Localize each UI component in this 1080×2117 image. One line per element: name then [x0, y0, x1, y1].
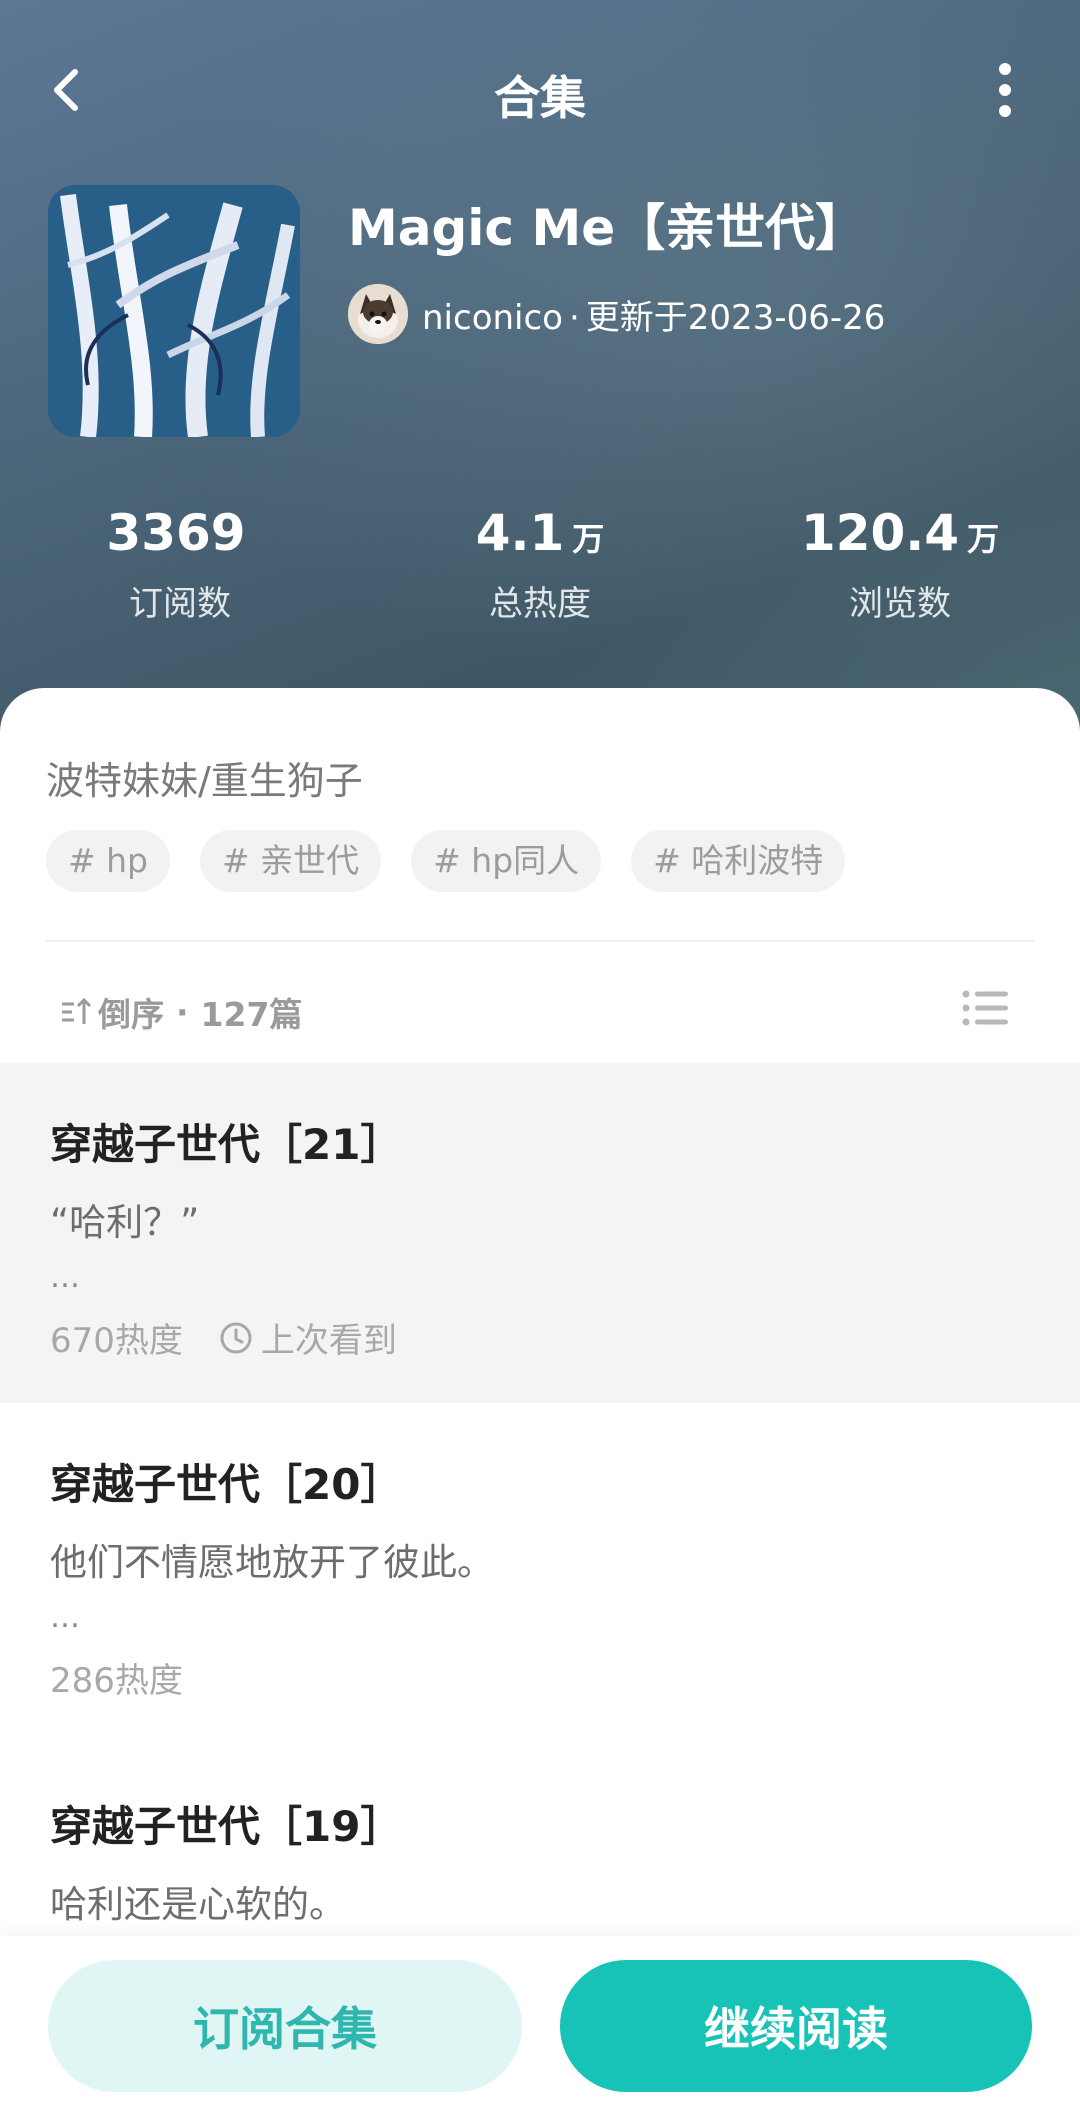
chapter-title: 穿越子世代［21］ — [50, 1120, 403, 1169]
tag-list: # hp # 亲世代 # hp同人 # 哈利波特 — [46, 830, 875, 892]
tag-chip[interactable]: # 哈利波特 — [631, 830, 846, 892]
chapter-ellipsis: … — [50, 1600, 80, 1635]
chapter-heat: 286热度 — [50, 1661, 183, 1701]
content-sheet: 波特妹妹/重生狗子 # hp # 亲世代 # hp同人 # 哈利波特 倒序 · … — [0, 688, 1080, 2117]
chapter-meta: 286热度 — [50, 1653, 1080, 1702]
separator: · — [568, 297, 580, 338]
stat-unit: 万 — [572, 520, 605, 558]
author-info: niconico · 更新于2023-06-26 — [422, 290, 885, 339]
sort-toggle[interactable]: 倒序 · 127篇 — [60, 988, 302, 1036]
author-avatar[interactable] — [348, 284, 408, 344]
author-name[interactable]: niconico — [422, 298, 563, 338]
divider — [46, 940, 1034, 942]
list-view-icon[interactable] — [962, 988, 1008, 1028]
chapter-heat: 670热度 — [50, 1321, 183, 1361]
stat-value: 4.1 — [475, 504, 565, 562]
last-read-indicator: 上次看到 — [219, 1313, 397, 1362]
update-date: 更新于2023-06-26 — [585, 297, 886, 338]
chapter-meta: 670热度 上次看到 — [50, 1313, 1080, 1362]
stat-label: 订阅数 — [129, 584, 231, 624]
chapter-excerpt: 哈利还是心软的。 — [50, 1883, 346, 1926]
last-read-label: 上次看到 — [260, 1321, 397, 1361]
more-options-button[interactable] — [980, 58, 1030, 122]
top-bar: 合集 — [0, 40, 1080, 140]
chapter-item[interactable]: 穿越子世代［21］ “哈利？” … 670热度 上次看到 — [0, 1063, 1080, 1403]
stat-label: 浏览数 — [849, 584, 951, 624]
subscribe-collection-button[interactable]: 订阅合集 — [48, 1960, 522, 2092]
collection-title: Magic Me【亲世代】 — [348, 199, 866, 257]
stat-value: 120.4 — [800, 504, 960, 562]
sort-label: 倒序 — [98, 995, 164, 1034]
chapter-ellipsis: … — [50, 1260, 80, 1295]
stat-unit: 万 — [967, 520, 1000, 558]
chapter-title: 穿越子世代［20］ — [50, 1460, 403, 1509]
separator: · — [176, 992, 189, 1032]
chapter-count: 127篇 — [200, 995, 303, 1034]
chapter-item[interactable]: 穿越子世代［20］ 他们不情愿地放开了彼此。 … 286热度 — [0, 1403, 1080, 1743]
more-vertical-icon — [999, 63, 1011, 117]
chapter-excerpt: 他们不情愿地放开了彼此。 — [50, 1541, 494, 1584]
author-row[interactable]: niconico · 更新于2023-06-26 — [348, 282, 885, 346]
clock-icon — [220, 1322, 252, 1353]
continue-reading-button[interactable]: 继续阅读 — [560, 1960, 1032, 2092]
sort-icon — [62, 997, 92, 1024]
collection-description: 波特妹妹/重生狗子 — [46, 759, 363, 803]
tag-chip[interactable]: # hp同人 — [411, 830, 602, 892]
chapter-title: 穿越子世代［19］ — [50, 1802, 403, 1851]
chapter-excerpt: “哈利？” — [50, 1201, 200, 1244]
stat-subscribers: 3369 订阅数 — [0, 500, 360, 630]
stat-label: 总热度 — [489, 584, 591, 624]
tag-chip[interactable]: # 亲世代 — [200, 830, 382, 892]
stat-heat: 4.1 万 总热度 — [360, 500, 720, 630]
collection-cover-image[interactable] — [48, 185, 300, 437]
stats-row: 3369 订阅数 4.1 万 总热度 120.4 万 浏览数 — [0, 500, 1080, 630]
stat-views: 120.4 万 浏览数 — [720, 500, 1080, 630]
tag-chip[interactable]: # hp — [46, 830, 171, 892]
bottom-action-bar: 订阅合集 继续阅读 — [0, 1936, 1080, 2117]
page-title: 合集 — [494, 71, 586, 125]
stat-value: 3369 — [106, 504, 246, 562]
